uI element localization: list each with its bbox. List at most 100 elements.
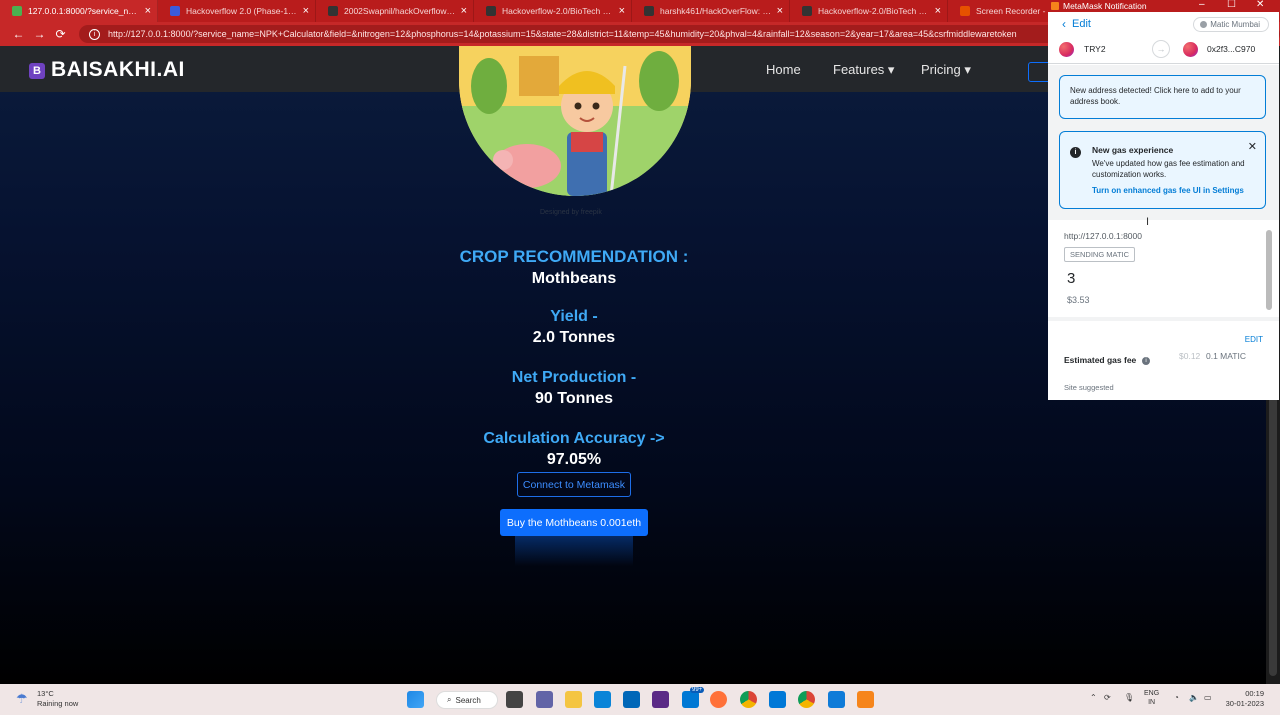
tab-title: harshk461/HackOverFlow: Pratic bbox=[660, 6, 773, 16]
tab-close-icon[interactable]: × bbox=[777, 5, 783, 17]
firefox-icon[interactable] bbox=[710, 691, 727, 708]
from-account-name[interactable]: TRY2 bbox=[1084, 44, 1106, 54]
jetbrains-icon[interactable] bbox=[652, 691, 669, 708]
browser-tab[interactable]: 127.0.0.1:8000/?service_name=N × bbox=[0, 0, 158, 22]
chevron-left-icon[interactable]: ‹ bbox=[1062, 17, 1066, 31]
yield-value: 2.0 Tonnes bbox=[532, 329, 616, 346]
to-account-address[interactable]: 0x2f3...C970 bbox=[1207, 44, 1255, 54]
browser-tab[interactable]: Hackoverflow-2.0/BioTech at ma × bbox=[790, 0, 948, 22]
forward-icon[interactable]: → bbox=[29, 27, 50, 41]
chrome-profile-icon[interactable] bbox=[798, 691, 815, 708]
edit-gas-button[interactable]: EDIT bbox=[1245, 335, 1263, 344]
close-icon[interactable]: ✕ bbox=[1248, 140, 1257, 153]
remote-desktop-icon[interactable] bbox=[594, 691, 611, 708]
button-reflection bbox=[515, 536, 633, 566]
arrow-right-icon: → bbox=[1152, 40, 1170, 58]
search-icon: ⌕ bbox=[447, 695, 452, 704]
tab-favicon-icon bbox=[960, 6, 970, 16]
tab-favicon-icon bbox=[328, 6, 338, 16]
crop-label: CROP RECOMMENDATION : bbox=[459, 247, 689, 266]
metamask-window-titlebar: MetaMask Notification – ☐ ✕ bbox=[1047, 0, 1280, 12]
tab-title: Hackoverflow 2.0 (Phase-1) | Dev bbox=[186, 6, 299, 16]
metamask-popup: ‹ Edit Matic Mumbai TRY2 → 0x2f3...C970 … bbox=[1048, 12, 1279, 400]
file-explorer-icon[interactable] bbox=[565, 691, 582, 708]
new-address-notice[interactable]: New address detected! Click here to add … bbox=[1059, 75, 1266, 119]
chat-icon[interactable] bbox=[536, 691, 553, 708]
weather-widget[interactable]: ☂ 13°C Raining now bbox=[16, 689, 78, 709]
tab-close-icon[interactable]: × bbox=[303, 5, 309, 17]
back-icon[interactable]: ← bbox=[8, 27, 29, 41]
language-indicator[interactable]: ENG IN bbox=[1144, 689, 1159, 707]
send-amount-fiat: $3.53 bbox=[1067, 295, 1090, 305]
rain-cloud-icon: ☂ bbox=[16, 691, 28, 706]
tab-title: 127.0.0.1:8000/?service_name=N bbox=[28, 6, 141, 16]
to-account-avatar bbox=[1183, 42, 1198, 57]
connect-metamask-button[interactable]: Connect to Metamask bbox=[517, 472, 631, 497]
gas-experience-notice: i New gas experience We've updated how g… bbox=[1059, 131, 1266, 209]
tab-close-icon[interactable]: × bbox=[461, 5, 467, 17]
tab-favicon-icon bbox=[12, 6, 22, 16]
windows-taskbar: ☂ 13°C Raining now ⌕ Search 99+ ⌃ ⟳ 🎙 ENG… bbox=[0, 684, 1280, 715]
clock-date: 30-01-2023 bbox=[1225, 699, 1264, 708]
taskbar-search[interactable]: ⌕ Search bbox=[436, 691, 498, 709]
accuracy-label: Calculation Accuracy -> bbox=[483, 430, 665, 447]
yield-block: Yield - 2.0 Tonnes bbox=[400, 308, 748, 347]
metamask-body: New address detected! Click here to add … bbox=[1048, 65, 1279, 400]
tab-favicon-icon bbox=[802, 6, 812, 16]
tab-close-icon[interactable]: × bbox=[619, 5, 625, 17]
tab-close-icon[interactable]: × bbox=[935, 5, 941, 17]
site-info-icon[interactable]: i bbox=[89, 28, 100, 40]
metamask-taskbar-icon[interactable] bbox=[857, 691, 874, 708]
weather-temperature: 13°C bbox=[37, 689, 54, 698]
chevron-up-icon[interactable]: ⌃ bbox=[1090, 693, 1097, 702]
tab-close-icon[interactable]: × bbox=[145, 5, 151, 17]
nav-home[interactable]: Home bbox=[766, 62, 801, 77]
volume-icon[interactable]: 🔈 bbox=[1189, 693, 1199, 702]
tab-favicon-icon bbox=[170, 6, 180, 16]
edit-link[interactable]: Edit bbox=[1072, 18, 1091, 30]
store-icon[interactable] bbox=[623, 691, 640, 708]
brand-logo-icon[interactable]: B bbox=[29, 63, 45, 79]
metamask-fox-icon bbox=[1051, 2, 1059, 10]
reload-icon[interactable]: ⟳ bbox=[50, 27, 71, 41]
battery-icon[interactable]: ▭ bbox=[1204, 693, 1212, 702]
maximize-icon[interactable]: ☐ bbox=[1227, 0, 1236, 10]
microphone-icon[interactable]: 🎙 bbox=[1124, 693, 1134, 702]
transaction-details: http://127.0.0.1:8000 SENDING MATIC 3 $3… bbox=[1048, 220, 1279, 400]
buy-crop-button[interactable]: Buy the Mothbeans 0.001eth bbox=[500, 509, 648, 536]
nav-features[interactable]: Features ▾ bbox=[833, 62, 894, 78]
transaction-type-badge: SENDING MATIC bbox=[1064, 247, 1136, 262]
wifi-icon[interactable]: ◔ bbox=[1174, 693, 1179, 702]
task-view-icon[interactable] bbox=[506, 691, 523, 708]
mail-icon[interactable] bbox=[682, 691, 699, 708]
network-badge[interactable]: Matic Mumbai bbox=[1193, 17, 1269, 32]
tab-title: Hackoverflow-2.0/BioTech at ma bbox=[502, 6, 615, 16]
gas-fee-crypto: 0.1 MATIC bbox=[1206, 351, 1246, 361]
tab-favicon-icon bbox=[486, 6, 496, 16]
browser-tab[interactable]: 2002Swapnil/hackOverflow_2.0 × bbox=[316, 0, 474, 22]
browser-tab[interactable]: harshk461/HackOverFlow: Pratic × bbox=[632, 0, 790, 22]
gas-fee-fiat: $0.12 bbox=[1179, 351, 1201, 361]
gas-info-icon[interactable]: i bbox=[1142, 357, 1150, 365]
minimize-icon[interactable]: – bbox=[1199, 0, 1205, 10]
url-text: http://127.0.0.1:8000/?service_name=NPK+… bbox=[108, 29, 1017, 39]
brand-name[interactable]: BAISAKHI.AI bbox=[51, 58, 185, 82]
accuracy-block: Calculation Accuracy -> 97.05% bbox=[400, 430, 748, 469]
browser-tab[interactable]: Hackoverflow 2.0 (Phase-1) | Dev × bbox=[158, 0, 316, 22]
windows-start-icon[interactable] bbox=[407, 691, 424, 708]
metamask-scrollbar[interactable] bbox=[1266, 230, 1272, 310]
sync-icon[interactable]: ⟳ bbox=[1104, 693, 1111, 702]
vscode-icon[interactable] bbox=[769, 691, 786, 708]
language-code: ENG bbox=[1144, 690, 1160, 697]
clock[interactable]: 00:19 30-01-2023 bbox=[1224, 689, 1264, 709]
browser-tab[interactable]: Hackoverflow-2.0/BioTech at ma × bbox=[474, 0, 632, 22]
nav-pricing[interactable]: Pricing ▾ bbox=[921, 62, 971, 78]
divider bbox=[1048, 317, 1279, 321]
gas-settings-link[interactable]: Turn on enhanced gas fee UI in Settings bbox=[1092, 186, 1244, 195]
close-window-icon[interactable]: ✕ bbox=[1256, 0, 1264, 10]
production-value: 90 Tonnes bbox=[535, 390, 613, 407]
crop-value: Mothbeans bbox=[531, 270, 617, 287]
chrome-icon[interactable] bbox=[740, 691, 757, 708]
app-icon[interactable] bbox=[828, 691, 845, 708]
origin-url: http://127.0.0.1:8000 bbox=[1064, 231, 1142, 241]
